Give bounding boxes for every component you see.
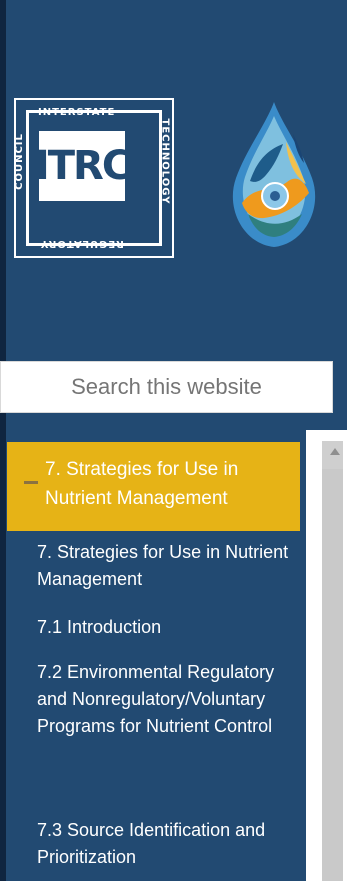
nav-current-item[interactable]: 7. Strategies for Use in Nutrient Manage… <box>7 442 300 531</box>
scrollbar-thumb[interactable] <box>322 469 343 881</box>
itrc-logo-center: ITRC <box>35 131 131 201</box>
collapse-minus-icon[interactable] <box>24 481 38 484</box>
search-box[interactable] <box>0 361 333 413</box>
nav-current-label: 7. Strategies for Use in Nutrient Manage… <box>45 459 239 509</box>
itrc-logo-bottom-text: REGULATORY <box>40 238 124 249</box>
itrc-logo[interactable]: INTERSTATE COUNCIL TECHNOLOGY REGULATORY… <box>14 98 174 258</box>
nav-item-strategies[interactable]: 7. Strategies for Use in Nutrient Manage… <box>7 539 300 603</box>
itrc-logo-right-text: TECHNOLOGY <box>159 118 171 205</box>
water-drop-logo-icon <box>232 102 316 247</box>
itrc-logo-top-text: INTERSTATE <box>38 107 116 118</box>
scroll-up-icon[interactable] <box>330 448 340 455</box>
nav-item-introduction[interactable]: 7.1 Introduction <box>7 614 300 641</box>
itrc-logo-left-text: COUNCIL <box>13 133 25 190</box>
nav-item-source-identification[interactable]: 7.3 Source Identification and Prioritiza… <box>7 817 300 878</box>
page-left-edge <box>0 0 6 881</box>
search-input[interactable] <box>1 373 332 401</box>
sidebar-nav-list: 7. Strategies for Use in Nutrient Manage… <box>7 531 300 881</box>
nav-item-environmental-programs[interactable]: 7.2 Environmental Regulatory and Nonregu… <box>7 659 300 798</box>
